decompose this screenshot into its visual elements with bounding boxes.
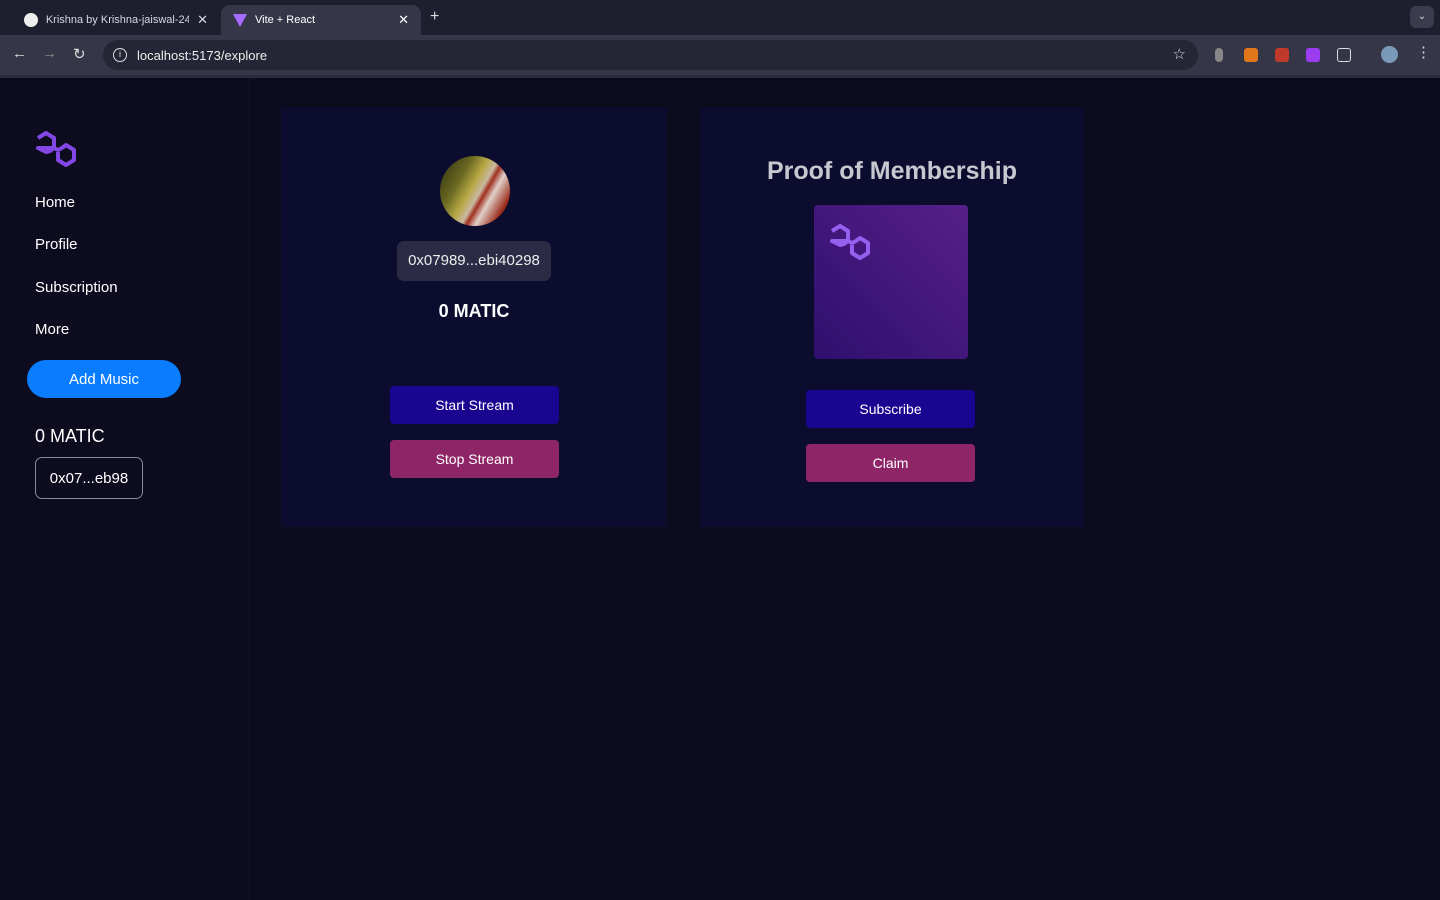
extension-icon[interactable] — [1275, 48, 1289, 62]
github-icon — [24, 13, 38, 27]
membership-title: Proof of Membership — [766, 157, 1017, 185]
tab-label: Vite + React — [255, 14, 316, 26]
extension-icon[interactable] — [1215, 48, 1223, 62]
back-icon[interactable]: ← — [12, 45, 27, 62]
address-bar[interactable]: i localhost:5173/explore ☆ — [103, 40, 1198, 70]
forward-icon[interactable]: → — [42, 45, 57, 62]
browser-toolbar: ← → ↻ i localhost:5173/explore ☆ ⋮ — [0, 35, 1440, 75]
tab-vite[interactable]: Vite + React ✕ — [221, 5, 421, 35]
avatar[interactable] — [1381, 46, 1398, 63]
claim-button[interactable]: Claim — [806, 444, 975, 482]
close-icon[interactable]: ✕ — [398, 12, 409, 28]
wallet-balance: 0 MATIC — [35, 426, 105, 446]
wallet-address-button[interactable]: 0x07...eb98 — [35, 457, 143, 499]
membership-card: Proof of Membership Subscribe Claim — [700, 107, 1084, 527]
url-text: localhost:5173/explore — [137, 47, 268, 63]
reload-icon[interactable]: ↻ — [73, 45, 86, 63]
creator-address: 0x07989...ebi40298 — [397, 241, 551, 281]
add-music-button[interactable]: Add Music — [27, 360, 181, 398]
metamask-icon[interactable] — [1244, 48, 1258, 62]
chevron-down-icon[interactable]: ⌄ — [1410, 6, 1434, 28]
stream-card: 0x07989...ebi40298 0 MATIC Start Stream … — [281, 107, 667, 527]
avatar — [440, 156, 510, 226]
sidebar-item-profile[interactable]: Profile — [35, 236, 78, 253]
subscribe-button[interactable]: Subscribe — [806, 390, 975, 428]
tab-bar: Krishna by Krishna-jaiswal-24 ✕ Vite + R… — [0, 0, 1440, 35]
polygon-logo-icon — [36, 131, 76, 167]
extension-icon[interactable] — [1306, 48, 1320, 62]
start-stream-button[interactable]: Start Stream — [390, 386, 559, 424]
new-tab-icon[interactable]: + — [430, 8, 439, 26]
info-icon[interactable]: i — [113, 48, 127, 62]
close-icon[interactable]: ✕ — [197, 12, 208, 28]
bookmark-star-icon[interactable]: ☆ — [1173, 45, 1186, 63]
polygon-logo-icon — [830, 224, 870, 260]
sidebar-item-home[interactable]: Home — [35, 194, 75, 211]
stop-stream-button[interactable]: Stop Stream — [390, 440, 559, 478]
sidebar-item-more[interactable]: More — [35, 321, 69, 338]
membership-nft — [814, 205, 968, 359]
stream-balance: 0 MATIC — [438, 301, 510, 321]
tab-github[interactable]: Krishna by Krishna-jaiswal-24 ✕ — [12, 5, 220, 35]
vite-icon — [233, 13, 247, 27]
puzzle-icon[interactable] — [1337, 48, 1351, 62]
menu-icon[interactable]: ⋮ — [1416, 43, 1431, 61]
tab-label: Krishna by Krishna-jaiswal-24 — [45, 14, 190, 26]
sidebar: Home Profile Subscription More Add Music… — [0, 78, 250, 900]
sidebar-item-subscription[interactable]: Subscription — [35, 279, 118, 296]
